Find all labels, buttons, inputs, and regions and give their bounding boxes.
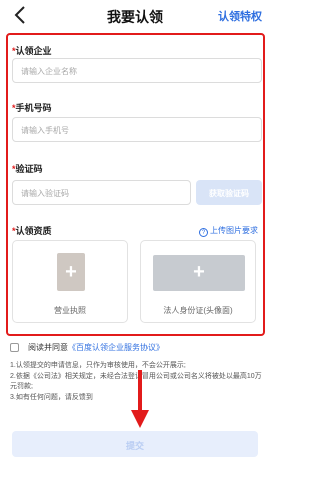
id-card-thumbnail: + (153, 255, 245, 291)
id-card-upload[interactable]: + 法人身份证(头像面) (140, 240, 256, 323)
upload-requirements-link[interactable]: ? 上传图片要求 (199, 225, 258, 237)
phone-label: *手机号码 (12, 103, 52, 113)
add-icon: + (193, 261, 205, 283)
company-name-input[interactable]: 请输入企业名称 (12, 58, 262, 83)
code-label: *验证码 (12, 164, 43, 174)
business-license-caption: 营业执照 (54, 306, 86, 315)
qualification-label: *认领资质 (12, 226, 52, 236)
service-agreement-link[interactable]: 《百度认领企业服务协议》 (68, 343, 164, 352)
down-arrow-annotation-icon (131, 370, 149, 428)
submit-button[interactable]: 提交 (12, 431, 258, 457)
get-code-button[interactable]: 获取验证码 (196, 180, 262, 205)
verification-code-placeholder: 请输入验证码 (21, 189, 69, 198)
agreement-checkbox[interactable] (10, 343, 19, 352)
phone-placeholder: 请输入手机号 (21, 126, 69, 135)
claim-privileges-link[interactable]: 认领特权 (218, 8, 262, 24)
add-icon: + (65, 261, 77, 283)
id-card-caption: 法人身份证(头像面) (163, 306, 233, 315)
verification-code-input[interactable]: 请输入验证码 (12, 180, 191, 205)
phone-input[interactable]: 请输入手机号 (12, 117, 262, 142)
company-label: *认领企业 (12, 46, 52, 56)
business-license-upload[interactable]: + 营业执照 (12, 240, 128, 323)
license-thumbnail: + (57, 253, 85, 291)
company-name-placeholder: 请输入企业名称 (21, 67, 77, 76)
navigation-bar: 我要认领 认领特权 (0, 0, 270, 30)
question-icon: ? (199, 228, 208, 237)
